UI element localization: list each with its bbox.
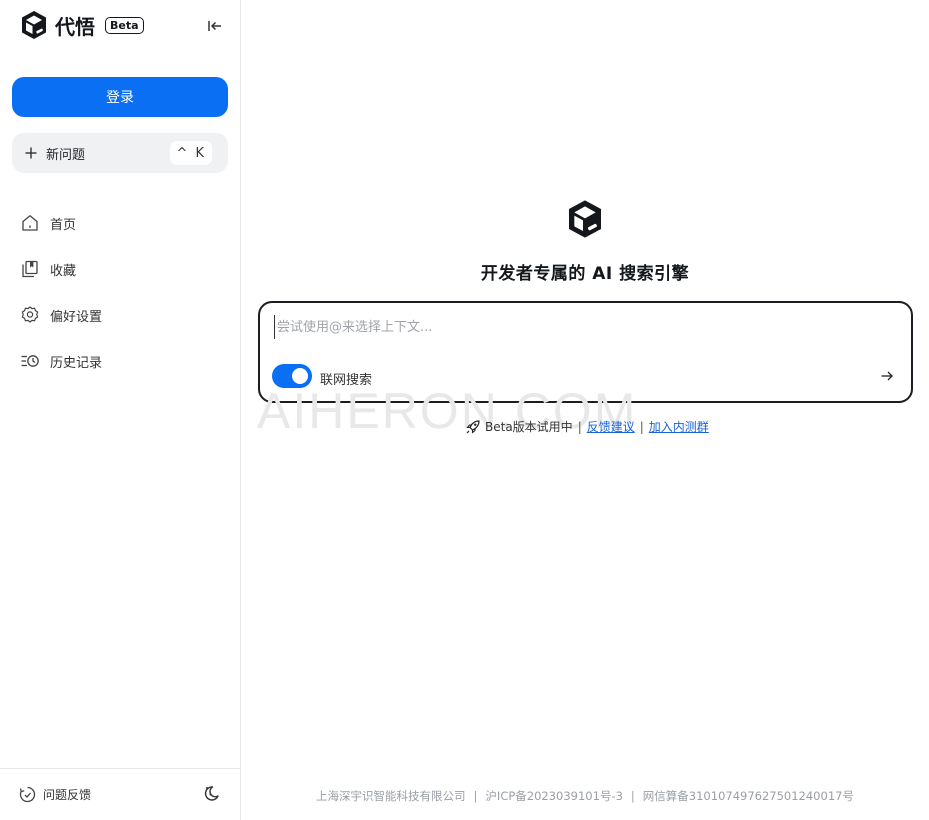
footer-company: 上海深宇识智能科技有限公司 [316,789,466,803]
cube-logo-icon [22,11,46,39]
sidebar-footer: 问题反馈 [0,768,240,820]
brand-name: 代悟 [55,14,95,39]
toggle-knob [292,368,308,384]
new-question-label: 新问题 [46,147,86,163]
sidebar-item-label: 收藏 [50,263,77,279]
feedback-button[interactable]: 问题反馈 [19,786,91,803]
feedback-label: 问题反馈 [43,788,92,802]
beta-notice: Beta版本试用中 | 反馈建议 | 加入内测群 [465,418,709,435]
rocket-icon [466,419,480,434]
search-input[interactable] [274,315,894,339]
separator: | [630,789,635,803]
plus-icon [25,147,37,159]
bookmark-icon [22,260,38,278]
beta-notice-text: Beta版本试用中 [485,420,573,434]
footer-record: 网信算备310107497627501240017号 [642,789,854,803]
sidebar-nav: 首页 收藏 偏好设置 历史记录 [0,200,240,384]
app-root: 代悟 Beta 登录 新问题 ^ K 首页 收藏 偏好设置 历史记录 问题反馈 … [0,0,929,820]
page-footer: 上海深宇识智能科技有限公司 | 沪ICP备2023039101号-3 | 网信算备310… [241,788,929,804]
sidebar-item-history[interactable]: 历史记录 [0,338,240,384]
main-content: 开发者专属的 AI 搜索引擎 联网搜索 AIHERON.COM Beta版本试用… [241,0,929,820]
search-box: 联网搜索 [258,301,913,403]
arrow-right-icon[interactable] [879,368,895,384]
theme-toggle-icon[interactable] [203,785,220,802]
feedback-link[interactable]: 反馈建议 [587,418,635,435]
home-icon [22,215,38,231]
brand[interactable]: 代悟 Beta [19,9,144,41]
sidebar-item-label: 历史记录 [50,355,103,371]
history-icon [21,355,39,367]
separator: | [473,789,478,803]
web-search-label: 联网搜索 [320,373,373,388]
separator: | [639,419,644,434]
login-button[interactable]: 登录 [12,77,228,117]
new-question-button[interactable]: 新问题 ^ K [12,133,228,173]
collapse-sidebar-icon[interactable] [206,17,224,35]
sidebar-item-label: 偏好设置 [50,309,103,325]
beta-badge: Beta [105,16,144,34]
feedback-icon [19,786,36,803]
join-group-link[interactable]: 加入内测群 [649,418,709,435]
web-search-toggle[interactable] [272,364,312,388]
footer-icp[interactable]: 沪ICP备2023039101号-3 [485,789,623,803]
page-title: 开发者专属的 AI 搜索引擎 [480,264,690,284]
gear-icon [21,306,39,323]
sidebar-item-label: 首页 [50,217,77,233]
sidebar-item-favorites[interactable]: 收藏 [0,246,240,292]
sidebar-item-home[interactable]: 首页 [0,200,240,246]
cube-logo-icon [569,200,601,238]
sidebar-item-preferences[interactable]: 偏好设置 [0,292,240,338]
sidebar: 代悟 Beta 登录 新问题 ^ K 首页 收藏 偏好设置 历史记录 问题反馈 [0,0,241,820]
shortcut-badge: ^ K [170,141,212,165]
separator: | [577,419,582,434]
